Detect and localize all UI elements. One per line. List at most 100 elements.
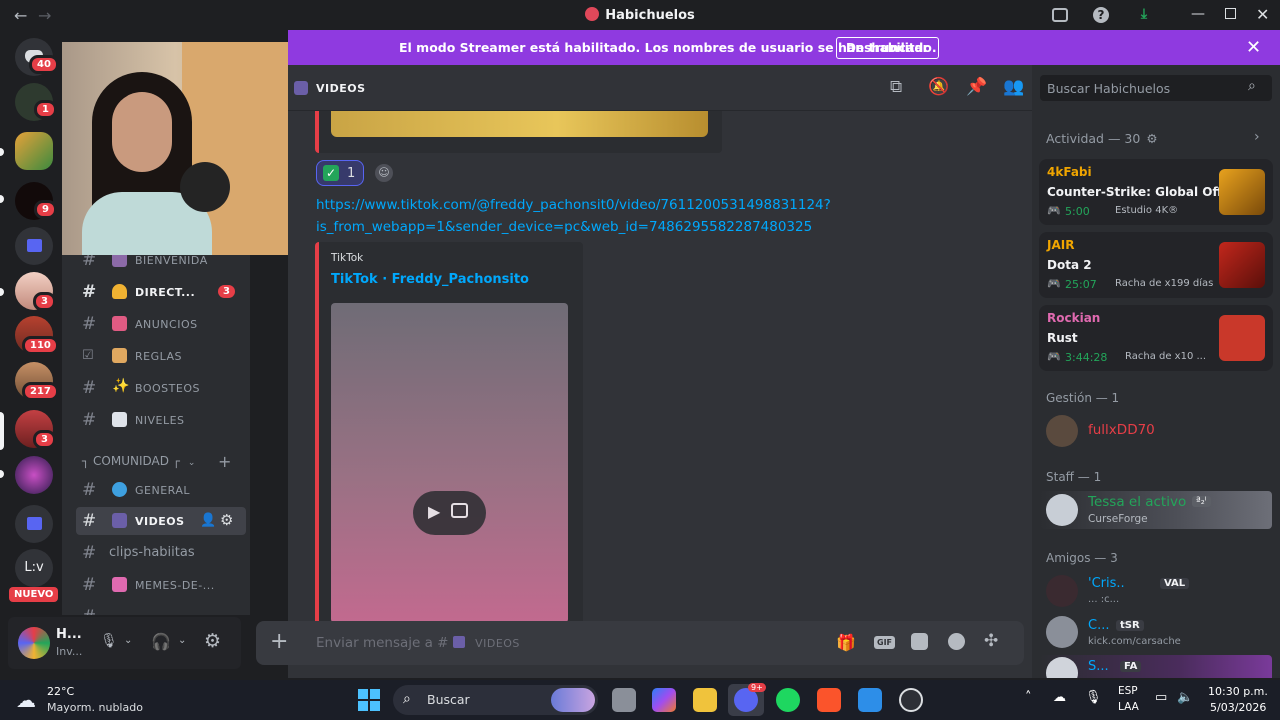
channel-item[interactable]: # GENERAL bbox=[76, 476, 246, 504]
weather-desc[interactable]: Mayorm. nublado bbox=[47, 701, 143, 714]
chevron-down-icon[interactable]: ⌄ bbox=[178, 635, 186, 646]
file-explorer-icon[interactable] bbox=[693, 688, 717, 712]
threads-icon[interactable]: ⧉ bbox=[890, 77, 902, 97]
message-link-line2[interactable]: is_from_webapp=1&sender_device=pc&web_id… bbox=[316, 219, 812, 235]
brave-icon[interactable] bbox=[817, 688, 841, 712]
staff-member-row[interactable]: Tessa el activo ª₂ᴵ CurseForge bbox=[1040, 491, 1272, 529]
lang-line2[interactable]: LAA bbox=[1118, 701, 1139, 713]
message-input-box[interactable]: + Enviar mensaje a # VIDEOS 🎁 GIF ✣ bbox=[256, 621, 1024, 665]
channel-item[interactable]: # MEMES-DE-... bbox=[76, 571, 246, 599]
activity-card[interactable]: 4kFabi Counter-Strike: Global Off... 🎮 5… bbox=[1039, 159, 1273, 225]
gear-icon: ⚙ bbox=[1146, 131, 1158, 146]
add-channel-icon[interactable]: + bbox=[218, 452, 231, 471]
activity-header[interactable]: Actividad — 30 ⚙ bbox=[1046, 131, 1158, 146]
channel-item[interactable]: # NIVELES bbox=[76, 406, 246, 434]
minimize-button[interactable]: — bbox=[1191, 6, 1205, 22]
member-activity: ... :c... bbox=[1088, 594, 1120, 605]
channel-item[interactable]: # DIRECT... 3 bbox=[76, 278, 246, 306]
channel-item[interactable]: # bbox=[76, 603, 246, 615]
message-link-line1[interactable]: https://www.tiktok.com/@freddy_pachonsit… bbox=[316, 197, 831, 213]
task-view-icon[interactable] bbox=[612, 688, 636, 712]
reaction-button[interactable]: ✓ 1 bbox=[316, 160, 364, 186]
clapper-icon bbox=[112, 513, 127, 528]
server-icon[interactable] bbox=[15, 456, 53, 494]
search-box[interactable]: Buscar Habichuelos ⌕ bbox=[1040, 75, 1272, 101]
add-attachment-icon[interactable]: + bbox=[270, 629, 288, 654]
channel-item[interactable]: # clips-habiitas bbox=[76, 539, 246, 567]
m365-icon[interactable] bbox=[652, 688, 676, 712]
cloud-sync-icon[interactable]: ☁ bbox=[1053, 690, 1066, 705]
chevron-right-icon[interactable]: › bbox=[1254, 129, 1260, 145]
chevron-down-icon[interactable]: ⌄ bbox=[124, 635, 132, 646]
weather-temp[interactable]: 22°C bbox=[47, 685, 74, 698]
search-input[interactable]: Buscar Habichuelos bbox=[1047, 81, 1170, 96]
gif-icon[interactable]: GIF bbox=[874, 636, 896, 649]
mute-bell-icon[interactable]: 🔕 bbox=[928, 77, 949, 97]
microphone-tray-icon[interactable]: 🎙 bbox=[1085, 690, 1102, 705]
activity-card[interactable]: JAIR Dota 2 🎮 25:07 Racha de x199 días bbox=[1039, 232, 1273, 298]
settings-gear-icon[interactable]: ⚙ bbox=[204, 630, 221, 652]
globe-icon bbox=[112, 482, 127, 497]
download-icon[interactable]: ⤓ bbox=[1135, 6, 1153, 24]
lang-line1[interactable]: ESP bbox=[1118, 685, 1138, 697]
avatar[interactable] bbox=[1046, 575, 1078, 607]
pin-icon[interactable]: 📌 bbox=[966, 77, 987, 97]
app-icon[interactable] bbox=[858, 688, 882, 712]
member-name[interactable]: 'Cris.. bbox=[1088, 576, 1125, 591]
dota2-icon bbox=[1219, 242, 1265, 288]
invite-icon[interactable]: 👤 bbox=[200, 513, 216, 528]
member-name[interactable]: fullxDD70 bbox=[1088, 422, 1155, 438]
spotify-icon[interactable] bbox=[776, 688, 800, 712]
channel-item[interactable]: # BIENVENIDA bbox=[76, 255, 246, 274]
server-lv[interactable]: L:v bbox=[15, 549, 53, 587]
gear-icon[interactable]: ⚙ bbox=[220, 511, 233, 529]
tiktok-embed: TikTok TikTok · Freddy_Pachonsito ▶ bbox=[315, 242, 583, 621]
server-icon[interactable] bbox=[15, 132, 53, 170]
gift-icon[interactable]: 🎁 bbox=[836, 633, 856, 652]
avatar[interactable] bbox=[1046, 415, 1078, 447]
emoji-icon[interactable] bbox=[948, 633, 965, 650]
avatar[interactable] bbox=[18, 627, 50, 659]
hash-icon: # bbox=[82, 511, 97, 531]
channel-item[interactable]: ☑ REGLAS bbox=[76, 342, 246, 370]
members-icon[interactable]: 👥 bbox=[1003, 77, 1024, 97]
network-icon[interactable]: ▭ bbox=[1155, 690, 1167, 705]
maximize-button[interactable] bbox=[1225, 8, 1236, 19]
windows-start-icon[interactable] bbox=[358, 689, 380, 711]
folder-button[interactable] bbox=[15, 505, 53, 543]
folder-button[interactable] bbox=[15, 227, 53, 265]
play-button[interactable]: ▶ bbox=[413, 491, 486, 535]
microphone-icon[interactable]: 🎙 bbox=[100, 633, 118, 649]
channel-item[interactable]: # ANUNCIOS bbox=[76, 310, 246, 338]
headphones-icon[interactable]: 🎧 bbox=[151, 632, 171, 651]
folder-icon bbox=[27, 517, 42, 530]
avatar[interactable] bbox=[1046, 616, 1078, 648]
volume-icon[interactable]: 🔈 bbox=[1177, 690, 1193, 705]
embed-provider: TikTok bbox=[331, 252, 364, 264]
activity-card[interactable]: Rockian Rust 🎮 3:44:28 Racha de x10 ... bbox=[1039, 305, 1273, 371]
tray-chevron-icon[interactable]: ˄ bbox=[1025, 690, 1032, 705]
taskbar-search[interactable]: ⌕ Buscar bbox=[393, 685, 598, 715]
close-icon[interactable]: ✕ bbox=[1246, 37, 1261, 58]
category-header[interactable]: ┐ COMUNIDAD ┌ ⌄ bbox=[82, 454, 195, 468]
embed-title[interactable]: TikTok · Freddy_Pachonsito bbox=[331, 272, 529, 287]
channel-list: # BIENVENIDA # DIRECT... 3 # ANUNCIOS ☑ … bbox=[62, 255, 250, 615]
sticker-icon[interactable] bbox=[911, 633, 928, 650]
member-row[interactable]: S... FA bbox=[1040, 655, 1272, 678]
video-thumbnail[interactable]: ▶ bbox=[331, 303, 568, 621]
clock-time[interactable]: 10:30 p.m. bbox=[1208, 685, 1268, 698]
inbox-icon[interactable] bbox=[1052, 8, 1068, 22]
megaphone-icon bbox=[112, 316, 127, 331]
channel-item[interactable]: # ✨ BOOSTEOS bbox=[76, 374, 246, 402]
close-window-button[interactable]: ✕ bbox=[1256, 5, 1269, 24]
disable-streamer-button[interactable]: Deshabilitar bbox=[836, 37, 939, 59]
add-reaction-icon[interactable]: ☺ bbox=[375, 164, 393, 182]
help-icon[interactable]: ? bbox=[1093, 7, 1109, 23]
channel-item-active[interactable]: # VIDEOS 👤 ⚙ bbox=[76, 507, 246, 535]
apps-icon[interactable]: ✣ bbox=[984, 631, 998, 651]
member-name[interactable]: C... bbox=[1088, 618, 1109, 633]
message-input[interactable]: Enviar mensaje a # VIDEOS bbox=[316, 635, 520, 651]
activity-time: 3:44:28 bbox=[1065, 351, 1108, 364]
clock-date[interactable]: 5/03/2026 bbox=[1210, 701, 1266, 714]
obs-icon[interactable] bbox=[899, 688, 923, 712]
